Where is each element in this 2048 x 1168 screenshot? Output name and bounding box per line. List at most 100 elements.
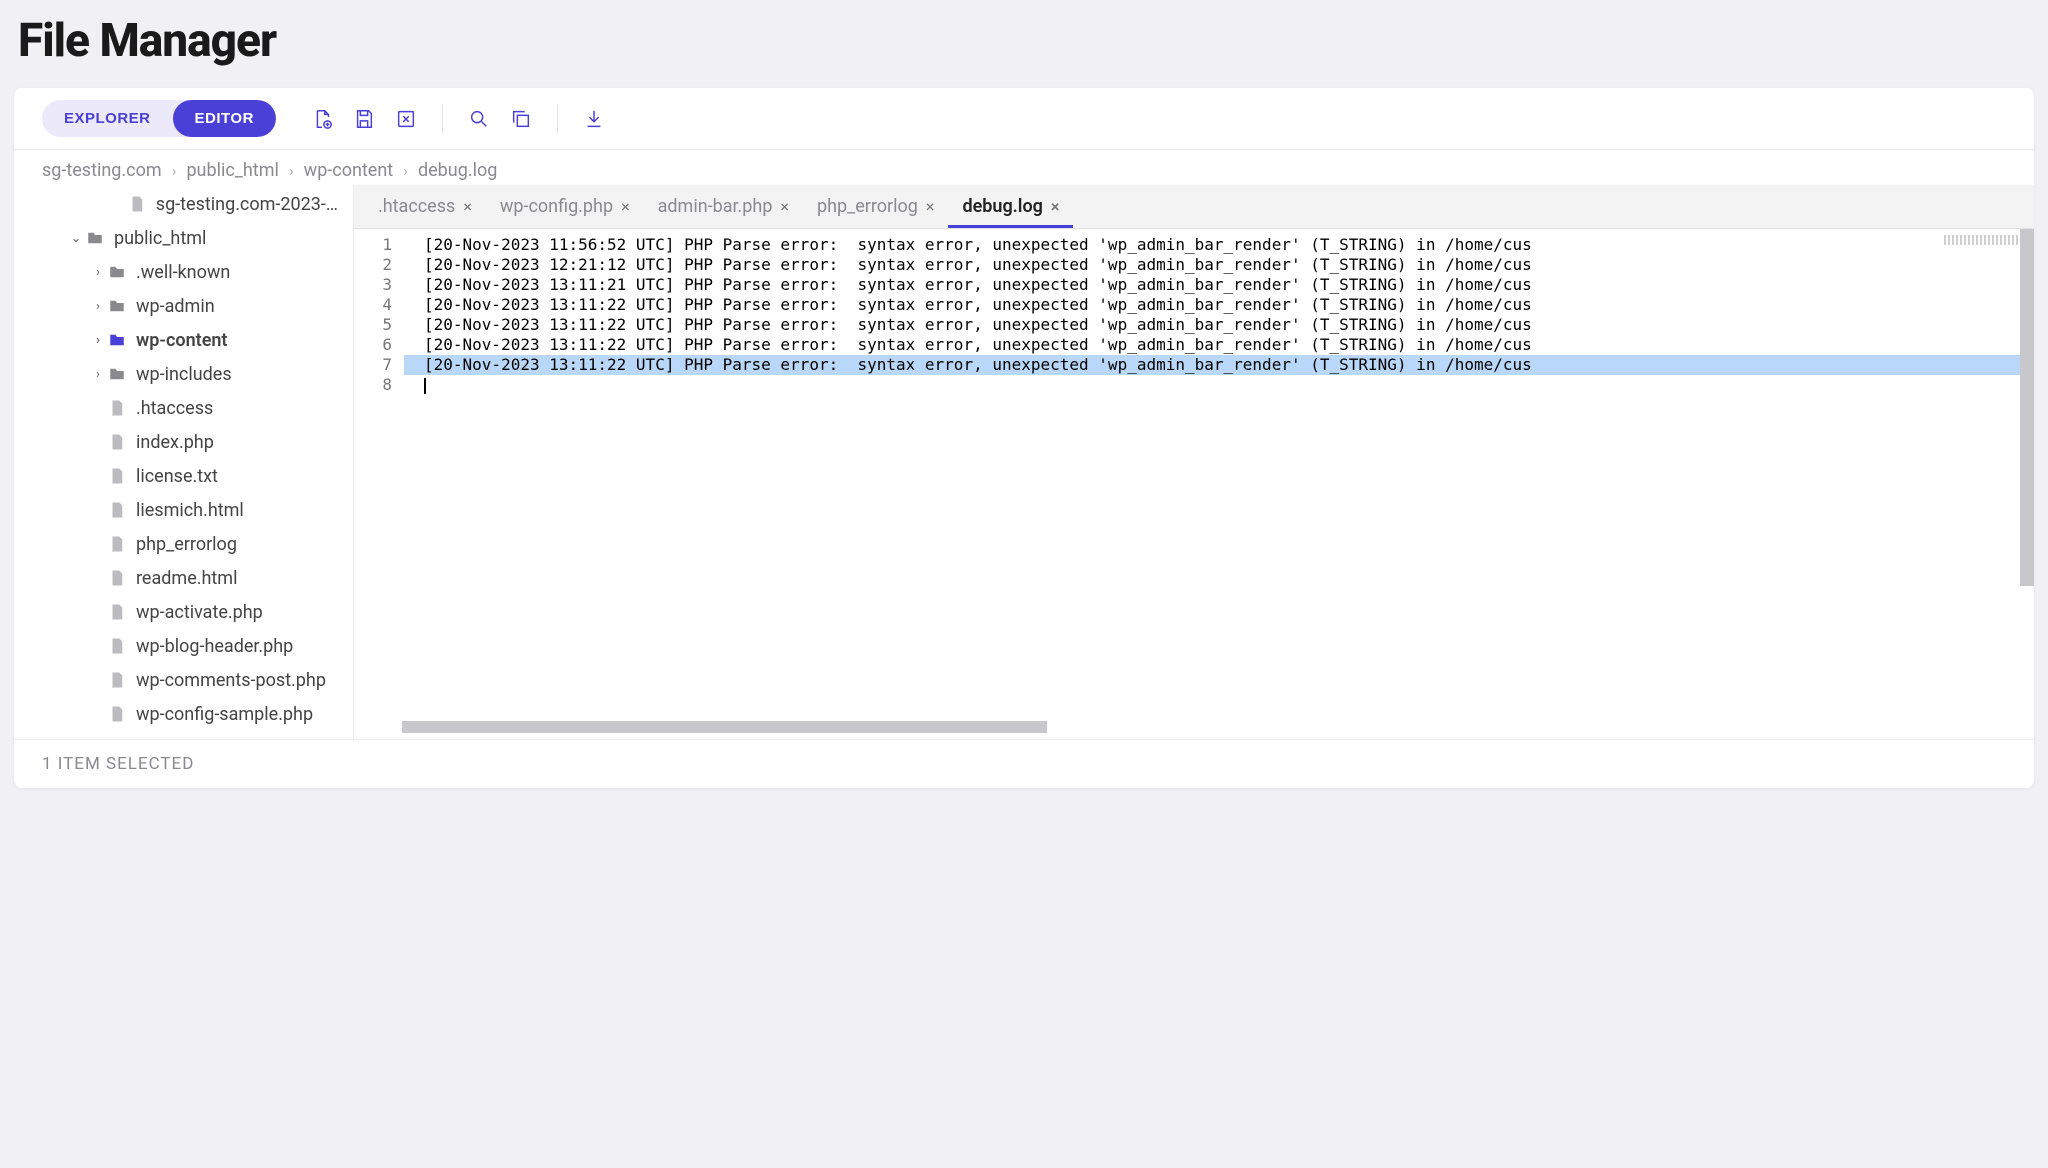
- line-number: 5: [354, 315, 404, 335]
- tree-file[interactable]: license.txt: [14, 459, 353, 493]
- workspace: sg-testing.com-2023-11 ⌄ public_html › .well…: [14, 185, 2034, 739]
- line-number: 7: [354, 355, 404, 375]
- toolbar-separator: [442, 104, 443, 134]
- code-lines[interactable]: [20-Nov-2023 11:56:52 UTC] PHP Parse err…: [404, 229, 2034, 739]
- tree-folder[interactable]: ⌄ public_html: [14, 221, 353, 255]
- file-tab-label: php_errorlog: [817, 196, 918, 217]
- breadcrumb-segment[interactable]: sg-testing.com: [42, 160, 162, 181]
- close-icon[interactable]: ×: [463, 197, 472, 216]
- folder-icon: [106, 329, 128, 351]
- tree-file[interactable]: wp-comments-post.php: [14, 663, 353, 697]
- breadcrumb-segment[interactable]: debug.log: [418, 160, 497, 181]
- page-title: File Manager: [0, 0, 2048, 78]
- tree-file[interactable]: php_errorlog: [14, 527, 353, 561]
- text-cursor: [424, 378, 426, 394]
- toolbar-separator: [557, 104, 558, 134]
- file-icon: [106, 465, 128, 487]
- file-icon: [106, 737, 128, 739]
- code-line[interactable]: [20-Nov-2023 13:11:22 UTC] PHP Parse err…: [404, 295, 2034, 315]
- save-icon[interactable]: [348, 103, 380, 135]
- expand-arrow-icon[interactable]: ›: [90, 333, 106, 348]
- minimap[interactable]: [1944, 235, 2024, 245]
- chevron-right-icon: ›: [172, 161, 177, 180]
- tree-folder[interactable]: › wp-content: [14, 323, 353, 357]
- code-line[interactable]: [20-Nov-2023 13:11:21 UTC] PHP Parse err…: [404, 275, 2034, 295]
- copy-icon[interactable]: [505, 103, 537, 135]
- file-tab[interactable]: wp-config.php×: [486, 186, 644, 228]
- tree-file[interactable]: liesmich.html: [14, 493, 353, 527]
- file-icon: [106, 635, 128, 657]
- line-gutter: 12345678: [354, 229, 404, 739]
- new-file-icon[interactable]: [306, 103, 338, 135]
- horizontal-scrollbar[interactable]: [402, 721, 1477, 733]
- close-icon[interactable]: ×: [1051, 197, 1060, 216]
- download-icon[interactable]: [578, 103, 610, 135]
- code-line[interactable]: [20-Nov-2023 11:56:52 UTC] PHP Parse err…: [404, 235, 2034, 255]
- tree-file[interactable]: wp-blog-header.php: [14, 629, 353, 663]
- mode-toggle: EXPLORER EDITOR: [42, 100, 276, 137]
- line-number: 2: [354, 255, 404, 275]
- tree-file[interactable]: index.php: [14, 425, 353, 459]
- editor-area: .htaccess×wp-config.php×admin-bar.php×ph…: [354, 185, 2034, 739]
- folder-icon: [84, 227, 106, 249]
- tree-item-label: sg-testing.com-2023-11: [156, 194, 345, 215]
- tree-item-label: .well-known: [136, 262, 230, 283]
- code-line[interactable]: [20-Nov-2023 13:11:22 UTC] PHP Parse err…: [404, 315, 2034, 335]
- tree-folder[interactable]: › .well-known: [14, 255, 353, 289]
- file-icon: [106, 499, 128, 521]
- expand-arrow-icon[interactable]: ›: [90, 367, 106, 382]
- tree-file[interactable]: wp-config.php: [14, 731, 353, 739]
- close-icon[interactable]: ×: [780, 197, 789, 216]
- tree-folder[interactable]: › wp-admin: [14, 289, 353, 323]
- tree-item-label: wp-comments-post.php: [136, 670, 326, 691]
- tree-item-label: index.php: [136, 432, 214, 453]
- discard-icon[interactable]: [390, 103, 422, 135]
- tree-item-label: wp-content: [136, 330, 227, 351]
- file-tab[interactable]: debug.log ×: [948, 186, 1073, 228]
- tree-item-label: readme.html: [136, 568, 237, 589]
- file-icon: [106, 397, 128, 419]
- expand-arrow-icon[interactable]: ›: [90, 265, 106, 280]
- file-tab[interactable]: php_errorlog ×: [803, 186, 948, 228]
- breadcrumb-segment[interactable]: wp-content: [304, 160, 394, 181]
- file-tab-label: debug.log: [962, 196, 1042, 217]
- breadcrumb-segment[interactable]: public_html: [186, 160, 278, 181]
- folder-icon: [106, 295, 128, 317]
- file-icon: [126, 193, 148, 215]
- tree-item-label: public_html: [114, 228, 206, 249]
- line-number: 3: [354, 275, 404, 295]
- tree-item-label: liesmich.html: [136, 500, 244, 521]
- toolbar: EXPLORER EDITOR: [14, 88, 2034, 150]
- file-tree-sidebar[interactable]: sg-testing.com-2023-11 ⌄ public_html › .well…: [14, 185, 354, 739]
- vertical-scrollbar[interactable]: [2020, 229, 2034, 739]
- explorer-tab-button[interactable]: EXPLORER: [42, 100, 173, 137]
- tree-item-label: php_errorlog: [136, 534, 237, 555]
- file-icon: [106, 669, 128, 691]
- close-icon[interactable]: ×: [926, 197, 935, 216]
- line-number: 4: [354, 295, 404, 315]
- expand-arrow-icon[interactable]: ›: [90, 299, 106, 314]
- tree-item-label: wp-admin: [136, 296, 215, 317]
- tree-file[interactable]: .htaccess: [14, 391, 353, 425]
- tree-file[interactable]: wp-config-sample.php: [14, 697, 353, 731]
- code-editor[interactable]: 12345678 [20-Nov-2023 11:56:52 UTC] PHP …: [354, 229, 2034, 739]
- close-icon[interactable]: ×: [621, 197, 630, 216]
- code-line[interactable]: [20-Nov-2023 12:21:12 UTC] PHP Parse err…: [404, 255, 2034, 275]
- search-icon[interactable]: [463, 103, 495, 135]
- code-line[interactable]: [404, 375, 2034, 395]
- line-number: 1: [354, 235, 404, 255]
- expand-arrow-icon[interactable]: ⌄: [68, 231, 84, 246]
- code-line[interactable]: [20-Nov-2023 13:11:22 UTC] PHP Parse err…: [404, 335, 2034, 355]
- line-number: 8: [354, 375, 404, 395]
- tree-file[interactable]: readme.html: [14, 561, 353, 595]
- code-line[interactable]: [20-Nov-2023 13:11:22 UTC] PHP Parse err…: [404, 355, 2034, 375]
- tree-folder[interactable]: › wp-includes: [14, 357, 353, 391]
- file-tab[interactable]: admin-bar.php×: [644, 186, 803, 228]
- tree-item-label: wp-includes: [136, 364, 232, 385]
- tree-file[interactable]: sg-testing.com-2023-11: [14, 187, 353, 221]
- tree-item-label: wp-activate.php: [136, 602, 263, 623]
- tree-item-label: license.txt: [136, 466, 218, 487]
- tree-file[interactable]: wp-activate.php: [14, 595, 353, 629]
- editor-tab-button[interactable]: EDITOR: [173, 100, 276, 137]
- file-tab[interactable]: .htaccess×: [364, 186, 486, 228]
